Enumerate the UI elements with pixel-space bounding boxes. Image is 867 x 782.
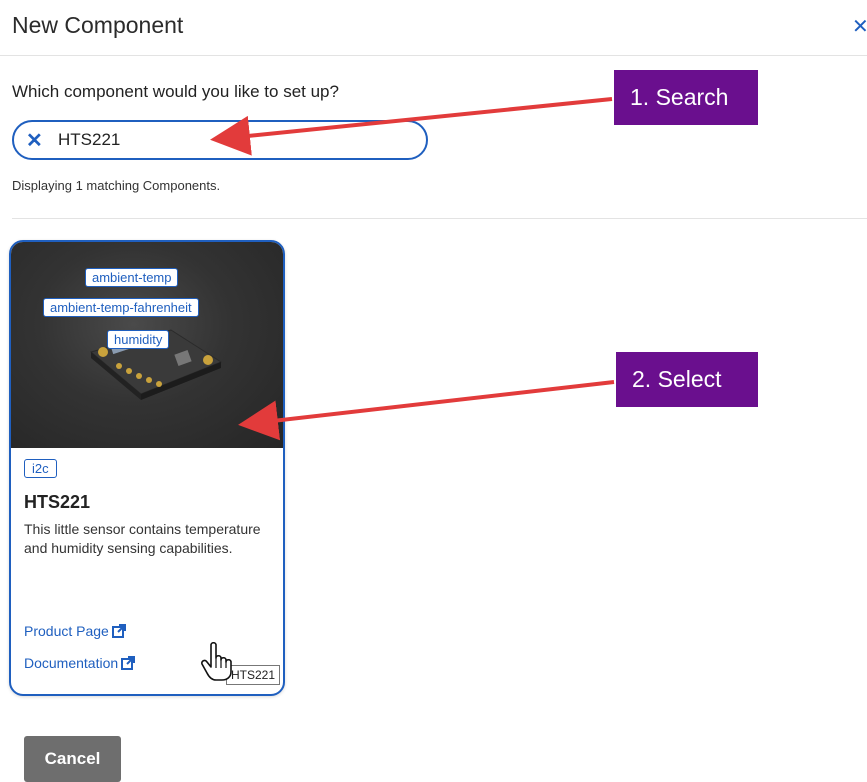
search-question: Which component would you like to set up… <box>12 82 339 101</box>
interface-badge: i2c <box>24 459 57 478</box>
step-select-callout: 2. Select <box>616 352 758 407</box>
tag-ambient-temp: ambient-temp <box>85 268 179 287</box>
search-input[interactable] <box>58 129 398 151</box>
close-icon[interactable]: ✕ <box>852 14 867 39</box>
clear-search-icon[interactable]: ✕ <box>26 128 43 153</box>
component-title: HTS221 <box>24 492 91 512</box>
results-divider <box>12 218 867 219</box>
hand-cursor-icon <box>201 642 232 681</box>
external-link-icon <box>111 624 126 638</box>
results-count: Displaying 1 matching Components. <box>12 178 221 193</box>
tooltip: HTS221 <box>226 665 281 685</box>
component-description: This little sensor contains temperature … <box>24 521 261 556</box>
product-page-link[interactable]: Product Page <box>24 623 126 639</box>
documentation-label: Documentation <box>24 655 119 671</box>
documentation-link[interactable]: Documentation <box>24 655 136 671</box>
search-box: ✕ <box>12 120 428 160</box>
dialog-title: New Component <box>12 12 184 38</box>
tag-ambient-temp-fahrenheit: ambient-temp-fahrenheit <box>43 298 199 317</box>
component-image: ambient-temp ambient-temp-fahrenheit hum… <box>11 242 283 448</box>
tag-humidity: humidity <box>107 330 170 349</box>
step-search-callout: 1. Search <box>614 70 758 125</box>
arrow-to-card <box>238 380 615 441</box>
external-link-icon <box>121 656 136 670</box>
cancel-button[interactable]: Cancel <box>24 736 121 782</box>
header-divider <box>0 55 867 56</box>
component-card-hts221[interactable]: ambient-temp ambient-temp-fahrenheit hum… <box>9 240 285 696</box>
product-page-label: Product Page <box>24 623 109 639</box>
